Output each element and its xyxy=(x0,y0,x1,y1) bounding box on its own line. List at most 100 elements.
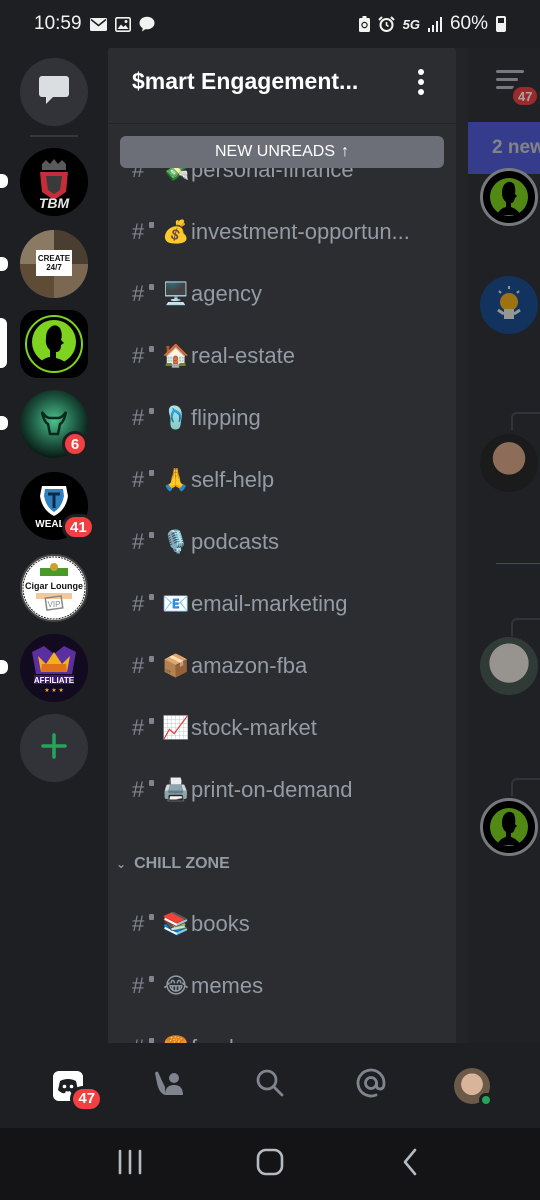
channel-emoji: 📚 xyxy=(162,911,190,936)
dm-chat-icon xyxy=(38,75,70,110)
channel-emoji: 📈 xyxy=(162,715,190,740)
message-avatar[interactable] xyxy=(480,434,538,492)
silhouette-logo-icon xyxy=(20,310,88,378)
message-avatar[interactable] xyxy=(480,168,538,226)
menu-badge: 47 xyxy=(510,84,540,108)
locked-hash-icon: # xyxy=(132,591,162,617)
chat-preview[interactable]: 47 2 new xyxy=(468,40,540,1043)
locked-hash-icon: # xyxy=(132,653,162,679)
locked-hash-icon: # xyxy=(132,1035,162,1043)
silhouette-avatar-icon xyxy=(490,808,528,846)
channel-emoji: 🏠 xyxy=(162,343,190,368)
locked-hash-icon: # xyxy=(132,777,162,803)
channel-item[interactable]: # 😂 memes xyxy=(108,964,456,1008)
rail-separator xyxy=(30,135,78,137)
channel-emoji: 💰 xyxy=(162,219,190,244)
channel-name: real-estate xyxy=(191,343,295,368)
locked-hash-icon: # xyxy=(132,281,162,307)
status-bar-right: 5G 60% xyxy=(358,13,506,35)
server-create-24-7[interactable]: CREATE 24/7 xyxy=(20,230,88,298)
channel-item[interactable]: # 💰 investment-opportun... xyxy=(108,210,456,254)
unread-indicator xyxy=(0,660,8,674)
add-server-button[interactable] xyxy=(20,714,88,782)
server-affiliate-grandmasters[interactable]: AFFILIATE ★ ★ ★ xyxy=(20,634,88,702)
nav-mentions[interactable] xyxy=(341,1056,401,1116)
mail-icon xyxy=(89,17,107,31)
back-chevron-icon xyxy=(401,1148,419,1181)
recent-apps-button[interactable] xyxy=(100,1139,160,1189)
selected-server-indicator xyxy=(0,318,7,368)
server-header[interactable]: $mart Engagement... xyxy=(108,40,456,124)
svg-text:★ ★ ★: ★ ★ ★ xyxy=(44,687,63,694)
back-button[interactable] xyxy=(380,1139,440,1189)
locked-hash-icon: # xyxy=(132,973,162,999)
channel-item[interactable]: # 🏠 real-estate xyxy=(108,334,456,378)
new-messages-divider xyxy=(496,563,540,564)
server-cigar-lounge[interactable]: Cigar Lounge VIP xyxy=(20,554,88,622)
channel-emoji: 🎙️ xyxy=(162,529,190,554)
channel-panel: $mart Engagement... NEW UNREADS ↑ # 💸 pe… xyxy=(108,40,456,1043)
channel-item[interactable]: # 🍔 food xyxy=(108,1026,456,1043)
category-chill-zone[interactable]: ⌄ CHILL ZONE xyxy=(108,849,456,879)
channel-item[interactable]: # 🖨️ print-on-demand xyxy=(108,768,456,812)
nav-home[interactable]: 47 xyxy=(38,1056,104,1116)
channel-emoji: 🖥️ xyxy=(162,281,190,306)
channel-emoji: 🙏 xyxy=(162,467,190,492)
server-rail: TBM CREATE 24/7 6 WEAL 41 Cigar Lounge V… xyxy=(0,48,108,1043)
channel-item[interactable]: # 📧 email-marketing xyxy=(108,582,456,626)
locked-hash-icon: # xyxy=(132,343,162,369)
locked-hash-icon: # xyxy=(132,467,162,493)
battery-saver-icon xyxy=(358,16,370,32)
channel-name: books xyxy=(191,911,250,936)
channel-item[interactable]: # 🖥️ agency xyxy=(108,272,456,316)
cigar-lounge-logo-icon: Cigar Lounge VIP xyxy=(22,556,86,620)
channel-name: self-help xyxy=(191,467,275,492)
android-nav-bar xyxy=(0,1128,540,1200)
channel-item[interactable]: # 🎙️ podcasts xyxy=(108,520,456,564)
channel-name: memes xyxy=(191,973,264,998)
direct-messages-button[interactable] xyxy=(20,58,88,126)
panel-gutter xyxy=(456,40,468,1043)
nav-profile[interactable] xyxy=(442,1056,502,1116)
battery-percent: 60% xyxy=(449,13,488,34)
locked-hash-icon: # xyxy=(132,529,162,555)
message-avatar[interactable] xyxy=(480,637,538,695)
message-avatar[interactable] xyxy=(480,798,538,856)
channel-emoji: 🖨️ xyxy=(162,777,190,802)
more-options-icon[interactable] xyxy=(414,63,428,101)
server-name[interactable]: $mart Engagement... xyxy=(132,68,358,95)
alarm-icon xyxy=(377,16,395,32)
status-bar-left: 10:59 xyxy=(34,13,155,35)
locked-hash-icon: # xyxy=(132,405,162,431)
new-unreads-button[interactable]: NEW UNREADS ↑ xyxy=(120,136,444,168)
nav-search[interactable] xyxy=(240,1056,300,1116)
channel-item[interactable]: # 🩴 flipping xyxy=(108,396,456,440)
message-avatar[interactable] xyxy=(480,276,538,334)
new-unreads-label: NEW UNREADS xyxy=(214,143,335,160)
server-smart-engagement[interactable] xyxy=(20,310,88,378)
locked-hash-icon: # xyxy=(132,715,162,741)
online-status-dot xyxy=(478,1092,493,1107)
channel-item[interactable]: # 🙏 self-help xyxy=(108,458,456,502)
channel-item[interactable]: # 📦 amazon-fba xyxy=(108,644,456,688)
new-messages-bar[interactable]: 2 new xyxy=(468,122,540,174)
svg-text:Cigar Lounge: Cigar Lounge xyxy=(25,581,83,591)
nav-friends[interactable] xyxy=(139,1056,199,1116)
silhouette-avatar-icon xyxy=(490,178,528,216)
svg-text:TBM: TBM xyxy=(39,195,70,211)
server-tbm[interactable]: TBM xyxy=(20,148,88,216)
affiliate-crown-logo-icon: AFFILIATE ★ ★ ★ xyxy=(20,634,88,702)
channel-item[interactable]: # 📚 books xyxy=(108,902,456,946)
channel-name: flipping xyxy=(191,405,261,430)
channel-emoji: 📦 xyxy=(162,653,190,678)
channel-name: food xyxy=(191,1035,234,1043)
category-name: CHILL ZONE xyxy=(134,855,230,872)
status-time: 10:59 xyxy=(34,13,82,34)
channel-name: podcasts xyxy=(191,529,280,554)
search-icon xyxy=(255,1068,285,1103)
friends-wave-icon xyxy=(153,1069,185,1102)
recent-apps-icon xyxy=(117,1149,143,1180)
svg-text:24/7: 24/7 xyxy=(46,263,62,272)
channel-item[interactable]: # 📈 stock-market xyxy=(108,706,456,750)
android-home-button[interactable] xyxy=(240,1139,300,1189)
